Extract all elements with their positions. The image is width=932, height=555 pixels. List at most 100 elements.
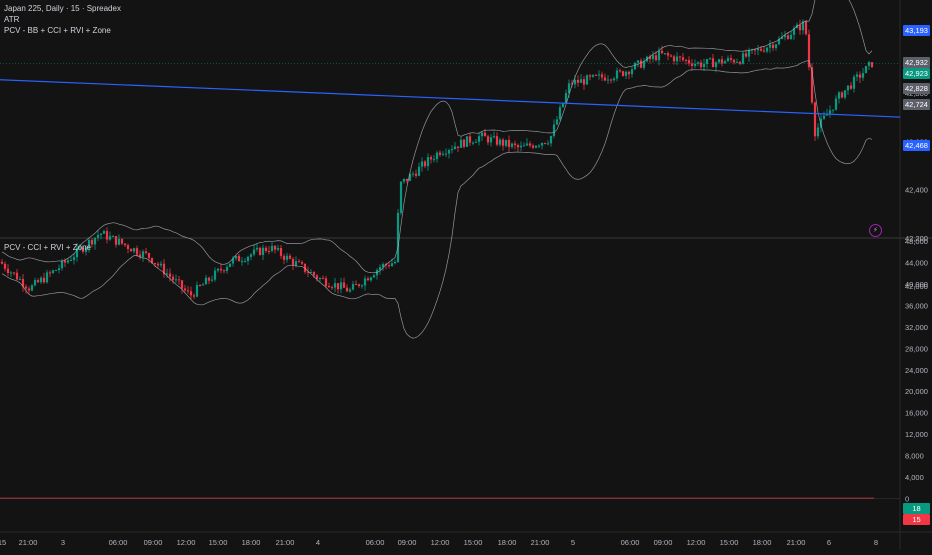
candle-body: [753, 49, 757, 51]
candle-body: [351, 284, 355, 290]
price-badge-trend: 42,724: [903, 99, 930, 110]
candle-body: [852, 76, 856, 89]
candle-body: [9, 272, 13, 274]
time-axis-label: 18:00: [753, 538, 772, 547]
candle-body: [156, 263, 160, 266]
candle-body: [813, 102, 817, 137]
candle-body: [105, 231, 109, 240]
lower-axis-tick: 20,000: [905, 387, 928, 396]
candle-body: [735, 61, 739, 63]
candle-body: [726, 58, 730, 62]
candle-body: [252, 249, 256, 255]
candle-body: [159, 263, 163, 266]
candle-body: [828, 110, 832, 115]
candle-body: [513, 143, 517, 146]
candle-body: [546, 143, 550, 145]
indicator-main-label[interactable]: PCV - BB + CCI + RVI + Zone: [4, 26, 111, 36]
candle-body: [642, 61, 646, 68]
candle-body: [639, 60, 643, 68]
symbol-title[interactable]: Japan 225, Daily · 15 · Spreadex: [4, 4, 121, 14]
candle-body: [774, 44, 778, 49]
candle-body: [747, 50, 751, 57]
candle-body: [528, 143, 532, 146]
candle-body: [360, 285, 364, 287]
candle-body: [666, 53, 670, 56]
candle-body: [390, 263, 394, 267]
candle-body: [732, 59, 736, 63]
candle-body: [363, 278, 367, 286]
candle-body: [573, 79, 577, 85]
candle-body: [273, 245, 277, 250]
candle-body: [522, 145, 526, 147]
candle-body: [438, 152, 442, 155]
candle-body: [51, 270, 55, 273]
candle-body: [120, 238, 124, 244]
candle-body: [69, 259, 73, 261]
price-axis-tick: 42,400: [905, 186, 928, 195]
candle-body: [711, 58, 715, 68]
candle-body: [357, 284, 361, 287]
time-axis-label: 5: [571, 538, 575, 547]
candle-body: [684, 59, 688, 61]
candle-body: [543, 142, 547, 144]
candle-body: [195, 285, 199, 297]
candle-body: [552, 124, 556, 136]
candle-body: [681, 57, 685, 60]
lower-axis-tick: 8,000: [905, 452, 924, 461]
candle-body: [858, 74, 862, 78]
time-axis-label: 06:00: [109, 538, 128, 547]
time-axis-label: 21:00: [19, 538, 38, 547]
candle-body: [261, 247, 265, 256]
candle-body: [414, 173, 418, 176]
candle-body: [15, 272, 19, 280]
time-axis-label: 09:00: [144, 538, 163, 547]
candle-body: [42, 277, 46, 283]
candle-body: [228, 263, 232, 267]
candle-body: [720, 59, 724, 64]
candle-body: [315, 275, 319, 279]
candle-body: [339, 282, 343, 290]
flash-icon[interactable]: ⚡: [869, 224, 882, 237]
candle-body: [201, 284, 205, 286]
candle-body: [366, 278, 370, 281]
candle-body: [531, 145, 535, 148]
time-axis-label: 12:00: [431, 538, 450, 547]
candle-body: [714, 62, 718, 68]
indicator-atr-label[interactable]: ATR: [4, 15, 19, 25]
candle-body: [114, 236, 118, 245]
candle-body: [678, 56, 682, 58]
candle-body: [354, 284, 358, 286]
candle-body: [855, 74, 859, 77]
candle-body: [3, 263, 7, 269]
candle-body: [492, 136, 496, 138]
candle-body: [582, 79, 586, 85]
candle-body: [57, 268, 61, 271]
candle-body: [555, 119, 559, 125]
candle-body: [765, 47, 769, 52]
candle-body: [834, 98, 838, 110]
price-badge-level: 42,932: [903, 57, 930, 68]
indicator-lower-label[interactable]: PCV - CCI + RVI + Zone: [4, 243, 91, 253]
candle-body: [624, 71, 628, 76]
candle-body: [342, 282, 346, 288]
chart-canvas[interactable]: 42,80042,60042,40042,20042,00048,00044,0…: [0, 0, 932, 550]
candle-body: [432, 159, 436, 161]
candle-body: [708, 58, 712, 60]
price-badge-last: 42,923: [903, 68, 930, 79]
candle-body: [243, 260, 247, 262]
candle-body: [318, 278, 322, 280]
candle-body: [621, 71, 625, 76]
time-axis-label: 09:00: [654, 538, 673, 547]
candle-body: [240, 261, 244, 263]
price-badge-mid: 42,828: [903, 83, 930, 94]
candle-body: [435, 152, 439, 160]
candle-body: [336, 283, 340, 290]
time-axis-label: 15:00: [464, 538, 483, 547]
time-axis-label: 6: [827, 538, 831, 547]
candle-body: [594, 74, 598, 76]
candle-body: [171, 276, 175, 281]
candle-body: [282, 255, 286, 260]
candle-body: [468, 136, 472, 143]
candle-body: [744, 53, 748, 57]
candle-body: [597, 74, 601, 76]
